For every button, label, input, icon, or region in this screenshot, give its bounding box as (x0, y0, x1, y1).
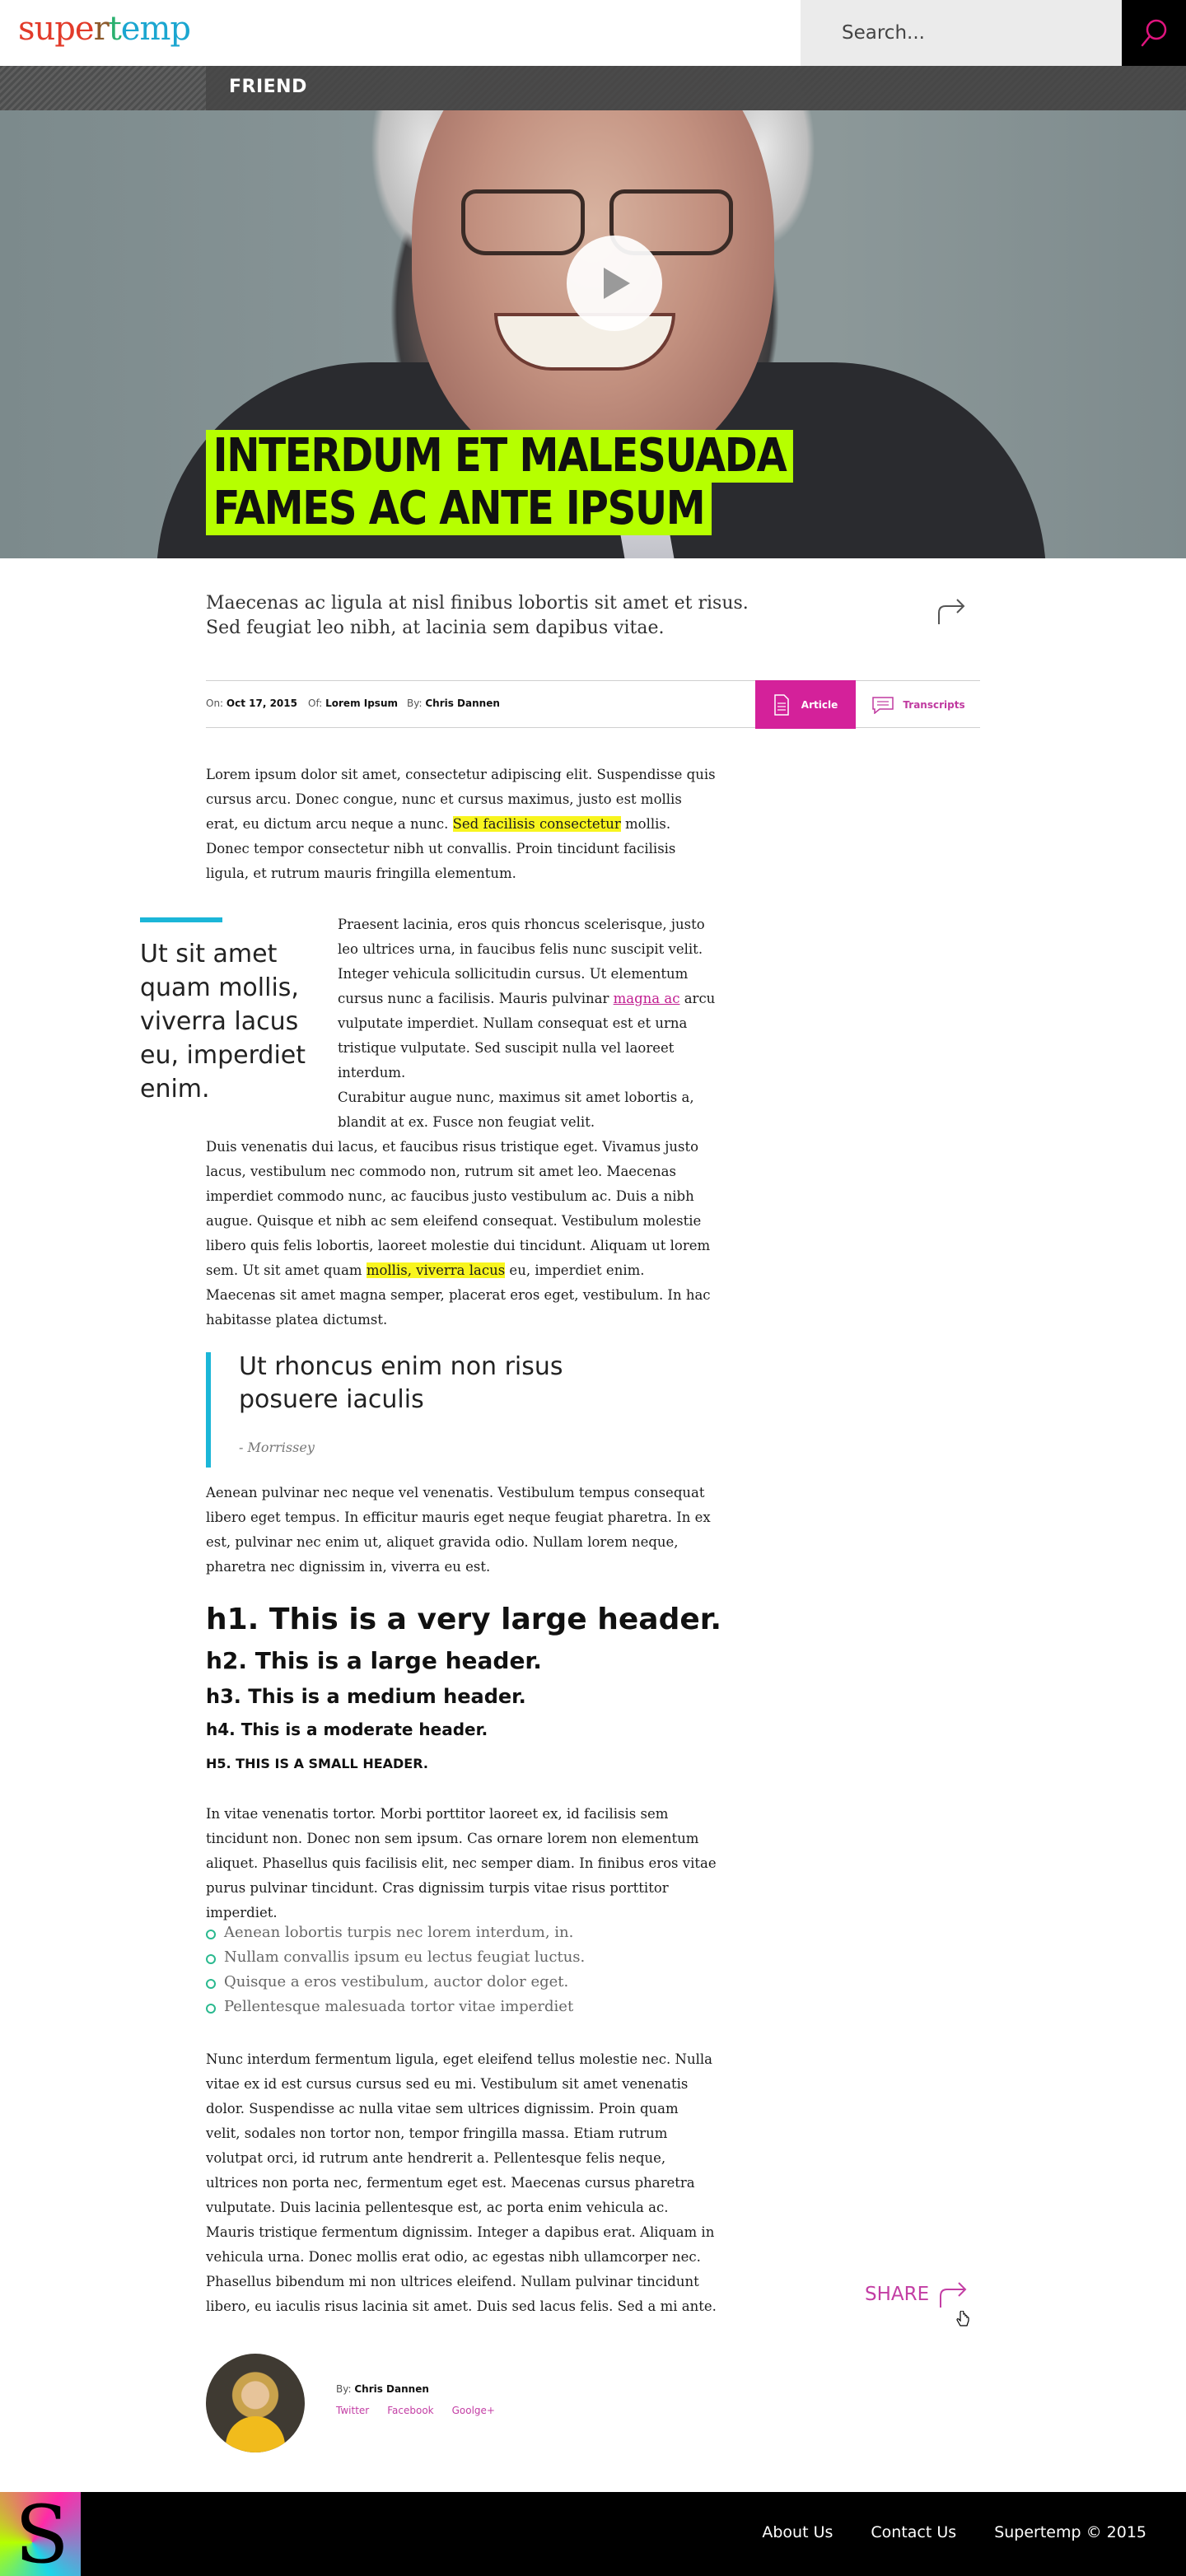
twitter-link[interactable]: Twitter (336, 2405, 369, 2416)
footer-link-about[interactable]: About Us (762, 2523, 833, 2541)
list-item: Pellentesque malesuada tortor vitae impe… (206, 1995, 585, 2019)
search-input[interactable] (801, 0, 1122, 66)
category-tag[interactable]: FRIEND (229, 77, 307, 97)
list-item: Quisque a eros vestibulum, auctor dolor … (206, 1970, 585, 1995)
speech-bubble-icon (872, 696, 894, 714)
meta-author: By: Chris Dannen (407, 698, 500, 709)
headline-line: INTERDUM ET MALESUADA (206, 430, 794, 483)
google-plus-link[interactable]: Goolge+ (452, 2405, 495, 2416)
share-arrow-icon (940, 2282, 967, 2308)
play-icon (604, 268, 630, 299)
document-icon (774, 693, 789, 716)
tab-transcripts[interactable]: Transcripts (861, 681, 976, 728)
paragraph: Curabitur augue nunc, maximus sit amet l… (338, 1090, 694, 1130)
bullet-list: Aenean lobortis turpis nec lorem interdu… (206, 1920, 585, 2019)
article-meta-bar: On: Oct 17, 2015 Of: Lorem Ipsum By: Chr… (206, 680, 980, 729)
logo-letter: e (74, 10, 95, 48)
paragraph: Nunc interdum fermentum ligula, eget ele… (206, 2051, 717, 2314)
author-social-links: Twitter Facebook Goolge+ (336, 2405, 495, 2416)
list-item: Nullam convallis ipsum eu lectus feugiat… (206, 1945, 585, 1970)
logo-letter: u (34, 10, 56, 48)
top-bar: supertemp (0, 0, 1186, 66)
logo-letter: t (108, 10, 122, 48)
play-button[interactable] (567, 236, 662, 331)
footer-copyright: Supertemp © 2015 (994, 2523, 1146, 2541)
article-headline: INTERDUM ET MALESUADA FAMES AC ANTE IPSU… (206, 430, 889, 535)
logo-letter: p (170, 10, 191, 48)
heading-h2: h2. This is a large header. (206, 1647, 542, 1674)
highlight: Sed facilisis consectetur (452, 816, 621, 832)
paragraph: Duis venenatis dui lacus, et faucibus ri… (206, 1139, 711, 1328)
article-dek: Maecenas ac ligula at nisl finibus lobor… (206, 593, 749, 638)
logo-letter: p (54, 10, 76, 48)
footer: S About Us Contact Us Supertemp © 2015 (0, 2492, 1186, 2576)
facebook-link[interactable]: Facebook (387, 2405, 433, 2416)
pullquote: Ut sit amet quam mollis, viverra lacus e… (140, 940, 306, 1104)
highlight: mollis, viverra lacus (366, 1262, 506, 1278)
paragraph: In vitae venenatis tortor. Morbi porttit… (206, 1806, 717, 1920)
footer-links: About Us Contact Us Supertemp © 2015 (762, 2523, 1146, 2541)
heading-h1: h1. This is a very large header. (206, 1603, 722, 1636)
heading-h5: h5. This is a small header. (206, 1756, 428, 1771)
headline-line: FAMES AC ANTE IPSUM (206, 483, 712, 535)
logo-letter: r (93, 10, 110, 48)
inline-link[interactable]: magna ac (614, 991, 680, 1006)
search-icon (1141, 19, 1167, 47)
meta-date: On: Oct 17, 2015 (206, 698, 297, 709)
share-label: SHARE (865, 2284, 930, 2305)
logo-letter: e (120, 10, 141, 48)
author-avatar[interactable] (206, 2354, 305, 2452)
pullquote-accent (140, 917, 222, 922)
tab-article[interactable]: Article (755, 680, 856, 729)
blockquote: Ut rhoncus enim non risus posuere iaculi… (206, 1352, 634, 1468)
hand-cursor-icon (956, 2311, 969, 2326)
paragraph: Aenean pulvinar nec neque vel venenatis.… (206, 1485, 711, 1575)
author-byline: By: Chris Dannen (336, 2383, 429, 2395)
list-item: Aenean lobortis turpis nec lorem interdu… (206, 1920, 585, 1945)
heading-h3: h3. This is a medium header. (206, 1685, 526, 1708)
blockquote-text: Ut rhoncus enim non risus posuere iaculi… (239, 1352, 563, 1414)
search-button[interactable] (1122, 0, 1186, 66)
meta-series: Of: Lorem Ipsum (308, 698, 398, 709)
share-button[interactable] (936, 595, 969, 631)
site-logo[interactable]: supertemp (18, 10, 191, 48)
share-button-bottom[interactable]: SHARE (865, 2278, 970, 2311)
paragraph: Lorem ipsum dolor sit amet, consectetur … (206, 767, 716, 881)
footer-logo[interactable]: S (0, 2492, 81, 2576)
logo-letter: m (139, 10, 170, 48)
paragraph: Praesent lacinia, eros quis rhoncus scel… (338, 917, 716, 1080)
heading-h4: h4. This is a moderate header. (206, 1720, 488, 1739)
hero-image: FRIEND INTERDUM ET MALESUADA FAMES AC AN… (0, 66, 1186, 558)
logo-letter: s (18, 10, 35, 48)
footer-link-contact[interactable]: Contact Us (871, 2523, 956, 2541)
share-arrow-icon (938, 599, 965, 624)
blockquote-citation: - Morrissey (239, 1440, 315, 1455)
